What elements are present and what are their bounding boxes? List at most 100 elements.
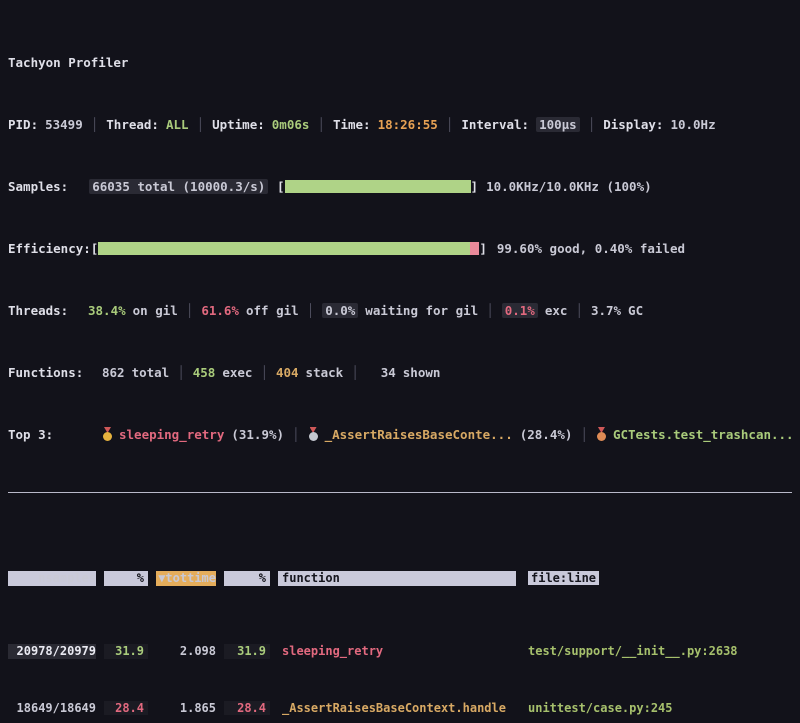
functions-exec: 458 [193, 365, 216, 380]
exc-pct: 0.1% [502, 303, 538, 318]
functions-stack-label: stack [306, 365, 344, 380]
status-bar: PID: 53499 │ Thread: ALL │ Uptime: 0m06s │ Time: 1… [8, 116, 792, 133]
uptime-value: 0m06s [272, 117, 310, 132]
column-header-function[interactable]: function [278, 571, 516, 586]
separator: │ [486, 303, 494, 318]
gold-medal-icon [102, 427, 113, 441]
cell-fileline: test/support/__init__.py:2638 [524, 644, 792, 659]
separator: │ [260, 365, 268, 380]
uptime-label: Uptime: [212, 117, 265, 132]
functions-total: 862 [102, 365, 125, 380]
display-label: Display: [603, 117, 663, 132]
column-header-pct-direct[interactable]: % [104, 571, 148, 586]
cell-tottime: 1.865 [156, 701, 216, 716]
samples-rate-bar [285, 180, 471, 193]
separator: │ [588, 117, 596, 132]
efficiency-label: Efficiency: [8, 241, 91, 256]
cell-function: _AssertRaisesBaseContext.handle [278, 701, 516, 716]
separator: │ [446, 117, 454, 132]
time-label: Time: [333, 117, 371, 132]
exc-label: exc [545, 303, 568, 318]
app-title: Tachyon Profiler [8, 54, 792, 71]
table-row[interactable]: 18649/18649 28.4 1.865 28.4 _AssertRaise… [8, 701, 792, 716]
cell-function: sleeping_retry [278, 644, 516, 659]
top3-label: Top 3: [8, 426, 102, 443]
off-gil-pct: 61.6% [201, 303, 239, 318]
top3-item-2-name[interactable]: _AssertRaisesBaseConte... [325, 427, 513, 442]
functions-row: Functions:862 total │ 458 exec │ 404 stack │ 34 sh… [8, 364, 792, 381]
functions-shown: 34 [381, 365, 396, 380]
functions-label: Functions: [8, 364, 102, 381]
display-value: 10.0Hz [670, 117, 715, 132]
off-gil-label: off gil [246, 303, 299, 318]
table-row[interactable]: 20978/20979 31.9 2.098 31.9 sleeping_ret… [8, 644, 792, 659]
top3-item-1-pct: (31.9%) [231, 427, 284, 442]
functions-exec-label: exec [222, 365, 252, 380]
thread-label: Thread: [106, 117, 159, 132]
separator: │ [177, 365, 185, 380]
column-header-nsamples[interactable]: nsamples [8, 571, 96, 586]
functions-shown-label: shown [403, 365, 441, 380]
gc-pct: 3.7% [591, 303, 621, 318]
cell-fileline: unittest/case.py:245 [524, 701, 792, 716]
threads-row: Threads:38.4% on gil │ 61.6% off gil │ 0.0% wai… [8, 302, 792, 319]
open-bracket: [ [277, 179, 285, 194]
waiting-pct: 0.0% [322, 303, 358, 318]
efficiency-failed-bar [470, 242, 479, 255]
profiler-screen: Tachyon Profiler PID: 53499 │ Thread: ALL │ Up… [0, 0, 800, 723]
functions-stack: 404 [276, 365, 299, 380]
interval-value: 100µs [536, 117, 580, 132]
table-header: nsamples % ▼tottime % function file:line [8, 571, 792, 586]
separator: │ [351, 365, 359, 380]
close-bracket: ] [471, 179, 479, 194]
cell-pct-cumulative: 31.9 [224, 644, 270, 659]
on-gil-label: on gil [133, 303, 178, 318]
table-body: 20978/20979 31.9 2.098 31.9 sleeping_ret… [8, 616, 792, 723]
top3-item-2-pct: (28.4%) [520, 427, 573, 442]
silver-medal-icon [308, 427, 319, 441]
efficiency-row: Efficiency:[] 99.60% good, 0.40% failed [8, 240, 792, 257]
separator: │ [292, 427, 300, 442]
efficiency-good-bar [98, 242, 470, 255]
separator: │ [186, 303, 194, 318]
samples-label: Samples: [8, 179, 68, 194]
samples-summary: 66035 total (10000.3/s) [89, 179, 268, 194]
cell-nsamples: 18649/18649 [8, 701, 96, 716]
separator: │ [91, 117, 99, 132]
samples-bar-group: [] 10.0KHz/10.0KHz (100%) [277, 178, 652, 195]
cell-nsamples: 20978/20979 [8, 644, 96, 659]
close-bracket: ] [479, 241, 487, 256]
cell-pct-direct: 31.9 [104, 644, 148, 659]
top3-item-3-name[interactable]: GCTests.test_trashcan... [613, 427, 794, 442]
thread-value[interactable]: ALL [166, 117, 189, 132]
top3-item-1-name[interactable]: sleeping_retry [119, 427, 224, 442]
pid-value: 53499 [45, 117, 83, 132]
separator: │ [307, 303, 315, 318]
waiting-label: waiting for gil [365, 303, 478, 318]
interval-label: Interval: [461, 117, 529, 132]
separator: │ [317, 117, 325, 132]
cell-pct-cumulative: 28.4 [224, 701, 270, 716]
column-header-tottime-sorted[interactable]: ▼tottime [156, 571, 216, 586]
samples-rate: 10.0KHz/10.0KHz (100%) [486, 179, 652, 194]
time-value: 18:26:55 [378, 117, 438, 132]
bronze-medal-icon [596, 427, 607, 441]
column-header-fileline[interactable]: file:line [524, 571, 792, 586]
separator: │ [580, 427, 588, 442]
separator: │ [575, 303, 583, 318]
efficiency-summary: 99.60% good, 0.40% failed [497, 241, 685, 256]
separator: │ [197, 117, 205, 132]
profile-table: nsamples % ▼tottime % function file:line… [8, 543, 792, 723]
column-header-pct-cumulative[interactable]: % [224, 571, 270, 586]
gc-label: GC [628, 303, 643, 318]
open-bracket: [ [91, 241, 99, 256]
top3-row: Top 3: sleeping_retry (31.9%) │ _AssertRaise… [8, 426, 792, 443]
threads-label: Threads: [8, 302, 88, 319]
functions-total-label: total [132, 365, 170, 380]
cell-tottime: 2.098 [156, 644, 216, 659]
cell-pct-direct: 28.4 [104, 701, 148, 716]
pid-label: PID: [8, 117, 38, 132]
on-gil-pct: 38.4% [88, 303, 126, 318]
separator-rule [8, 492, 792, 493]
samples-row: Samples: 66035 total (10000.3/s) [] 10.0KHz… [8, 178, 792, 195]
